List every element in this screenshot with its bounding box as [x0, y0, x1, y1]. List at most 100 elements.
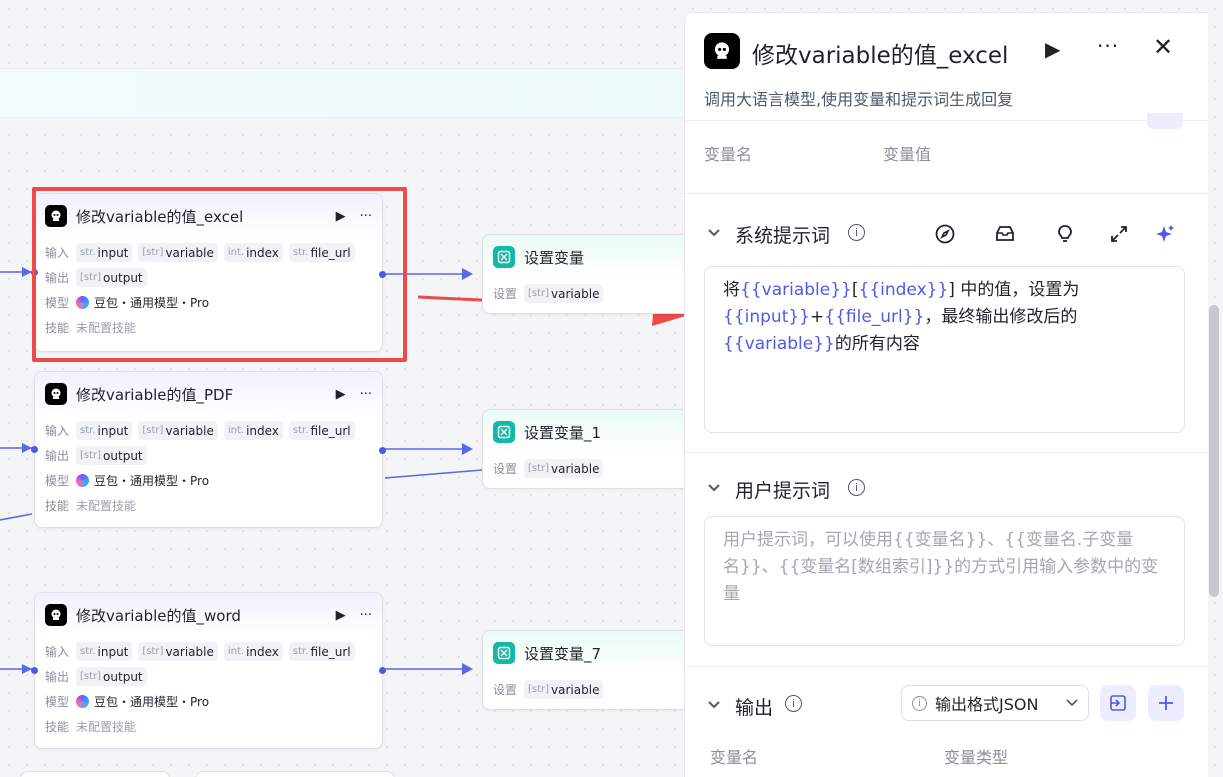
llm-node-pdf[interactable]: 修改variable的值_PDF ▶ ··· 输入 str. input [str…: [31, 371, 386, 528]
output-chip: [str] output: [76, 446, 147, 465]
node-title: 修改variable的值_excel: [76, 207, 244, 226]
model-name: 豆包・通用模型・Pro: [94, 695, 210, 709]
divider: [685, 666, 1208, 667]
partial-node[interactable]: [20, 771, 170, 777]
variable-reference[interactable]: {{input}}: [723, 307, 810, 327]
system-prompt-editor[interactable]: 将{{variable}}[{{index}}] 中的值，设置为{{input}…: [704, 266, 1185, 433]
output-title: 输出: [735, 697, 774, 719]
chevron-down-icon[interactable]: [707, 481, 721, 497]
node-title: 设置变量: [524, 248, 585, 267]
llm-icon: [704, 33, 740, 69]
prompt-text: ，最终输出修改后的: [924, 307, 1078, 327]
prompt-text: 将: [723, 280, 740, 300]
prompt-text: ] 中的值，设置为: [948, 280, 1080, 300]
model-label: 模型: [45, 695, 70, 709]
skill-label: 技能: [45, 720, 70, 734]
input-chip: str. file_url: [288, 421, 355, 440]
node-title: 设置变量_7: [524, 644, 602, 663]
llm-icon: [45, 205, 67, 227]
doubao-logo-icon: [76, 695, 89, 708]
panel-header: 修改variable的值_excel ▶ ··· ✕ 调用大语言模型,使用变量和…: [685, 13, 1208, 121]
llm-node-word[interactable]: 修改variable的值_word ▶ ··· 输入 str. input [st…: [31, 592, 386, 749]
prompt-text: [: [851, 280, 859, 300]
close-icon[interactable]: ✕: [1153, 33, 1173, 61]
more-icon[interactable]: ···: [360, 209, 372, 224]
prompt-library-icon[interactable]: [994, 223, 1016, 245]
panel-title[interactable]: 修改variable的值_excel: [752, 36, 1008, 70]
skill-value: 未配置技能: [76, 499, 137, 513]
output-chip: [str] output: [76, 667, 147, 686]
output-format-label: 输出格式JSON: [935, 695, 1039, 714]
variable-chip: [str] variable: [524, 284, 604, 303]
info-icon[interactable]: i: [848, 479, 865, 496]
node-config-panel: 修改variable的值_excel ▶ ··· ✕ 调用大语言模型,使用变量和…: [684, 12, 1208, 777]
variable-icon: [493, 246, 515, 268]
input-port[interactable]: [31, 269, 38, 276]
skill-value: 未配置技能: [76, 321, 137, 335]
output-label: 输出: [45, 670, 70, 684]
skill-label: 技能: [45, 321, 70, 335]
output-label: 输出: [45, 449, 70, 463]
var-value-header: 变量值: [883, 145, 932, 164]
skill-value: 未配置技能: [76, 720, 137, 734]
set-variable-node[interactable]: 设置变量_7 设置 [str] variable: [482, 630, 702, 710]
variable-reference[interactable]: {{variable}}: [740, 280, 852, 300]
output-port[interactable]: [379, 271, 386, 278]
output-label: 输出: [45, 271, 70, 285]
lightbulb-icon[interactable]: [1054, 223, 1076, 245]
output-format-select[interactable]: i 输出格式JSON: [901, 685, 1089, 721]
model-label: 模型: [45, 296, 70, 310]
set-variable-node[interactable]: 设置变量 设置 [str] variable: [482, 234, 702, 314]
input-chip: int. index: [223, 421, 283, 440]
divider: [685, 452, 1208, 453]
panel-description[interactable]: 调用大语言模型,使用变量和提示词生成回复: [704, 86, 1013, 110]
variable-reference[interactable]: {{file_url}}: [824, 307, 924, 327]
input-chip: [str] variable: [138, 421, 218, 440]
add-variable-button[interactable]: [1147, 113, 1183, 129]
more-icon[interactable]: ···: [360, 608, 372, 623]
chevron-down-icon[interactable]: [707, 698, 721, 714]
variable-reference[interactable]: {{index}}: [859, 280, 949, 300]
set-variable-node[interactable]: 设置变量_1 设置 [str] variable: [482, 409, 702, 489]
compass-icon[interactable]: [934, 223, 956, 245]
panel-scrollbar[interactable]: [1209, 305, 1219, 597]
more-icon[interactable]: ···: [360, 387, 372, 402]
run-icon[interactable]: ▶: [1045, 37, 1060, 61]
info-icon[interactable]: i: [785, 695, 802, 712]
model-name: 豆包・通用模型・Pro: [94, 474, 210, 488]
llm-icon: [45, 604, 67, 626]
import-icon[interactable]: [1100, 685, 1136, 721]
input-port[interactable]: [31, 446, 38, 453]
output-chip: [str] output: [76, 268, 147, 287]
variable-reference[interactable]: {{variable}}: [723, 334, 835, 354]
add-output-button[interactable]: [1148, 685, 1184, 721]
run-icon[interactable]: ▶: [336, 608, 346, 623]
node-title: 设置变量_1: [524, 423, 602, 442]
more-icon[interactable]: ···: [1097, 34, 1119, 58]
input-chip: int. index: [223, 642, 283, 661]
output-port[interactable]: [379, 667, 386, 674]
skill-label: 技能: [45, 499, 70, 513]
llm-node-excel[interactable]: 修改variable的值_excel ▶ ··· 输入 str. input [s…: [31, 193, 386, 352]
info-icon: i: [912, 695, 927, 711]
info-icon[interactable]: i: [848, 224, 865, 241]
input-label: 输入: [45, 424, 70, 438]
output-port[interactable]: [379, 447, 386, 454]
run-icon[interactable]: ▶: [336, 387, 346, 402]
expand-icon[interactable]: [1108, 223, 1130, 245]
input-label: 输入: [45, 246, 70, 260]
variable-icon: [493, 642, 515, 664]
output-col-name: 变量名: [710, 748, 759, 767]
doubao-logo-icon: [76, 296, 89, 309]
variable-chip: [str] variable: [524, 680, 604, 699]
set-label: 设置: [493, 287, 518, 301]
chevron-down-icon[interactable]: [707, 226, 721, 242]
prompt-text: +: [810, 307, 825, 327]
run-icon[interactable]: ▶: [336, 209, 346, 224]
set-label: 设置: [493, 462, 518, 476]
input-chip: [str] variable: [138, 642, 218, 661]
input-port[interactable]: [31, 667, 38, 674]
partial-node[interactable]: [195, 771, 395, 777]
user-prompt-editor[interactable]: 用户提示词，可以使用{{变量名}}、{{变量名.子变量名}}、{{变量名[数组索…: [704, 516, 1185, 646]
ai-sparkle-icon[interactable]: [1154, 223, 1176, 245]
